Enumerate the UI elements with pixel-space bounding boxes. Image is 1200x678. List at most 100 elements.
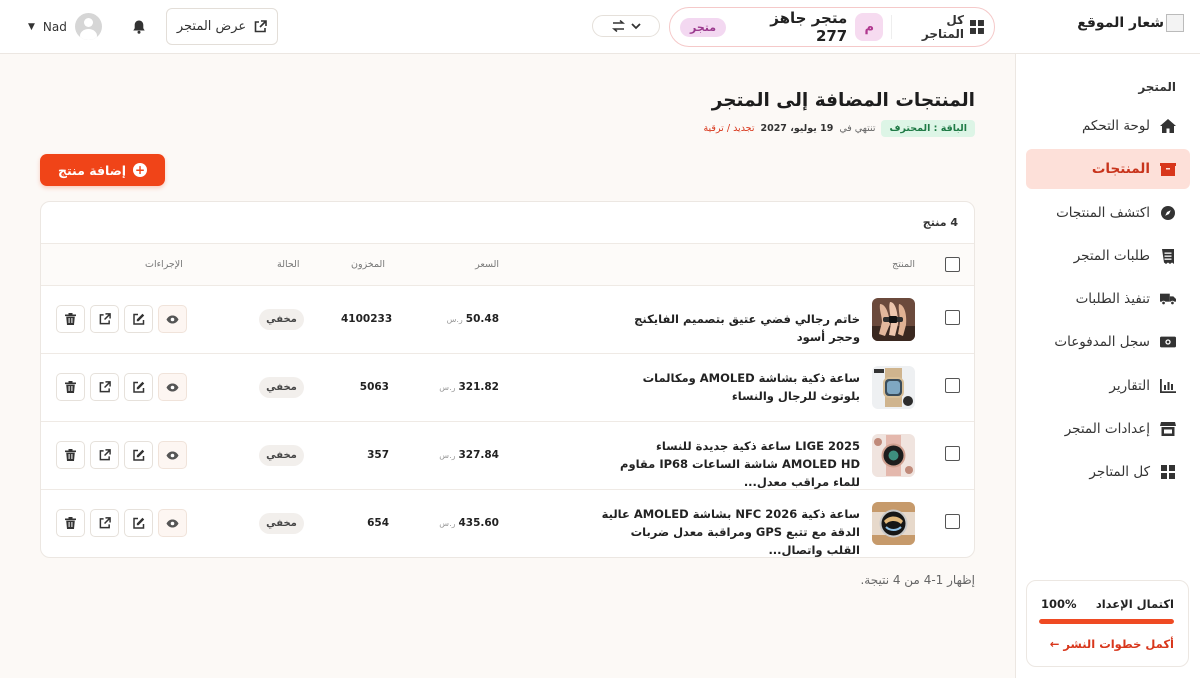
avatar xyxy=(74,13,102,40)
chart-icon xyxy=(1160,378,1176,394)
currency-label: ر.س xyxy=(446,315,463,324)
trash-icon xyxy=(65,313,76,325)
product-count: 4 منتج xyxy=(922,216,958,229)
edit-icon xyxy=(132,313,144,325)
row-checkbox[interactable] xyxy=(945,310,960,325)
edit-button[interactable] xyxy=(124,441,153,469)
status-badge: مخفي xyxy=(259,377,304,398)
row-checkbox[interactable] xyxy=(945,378,960,393)
store-type-badge: متجر xyxy=(680,17,727,37)
status-badge: مخفي xyxy=(259,445,304,466)
status-badge: مخفي xyxy=(259,513,304,534)
product-thumbnail[interactable] xyxy=(872,502,915,545)
status-badge: مخفي xyxy=(259,309,304,330)
store-icon xyxy=(1160,421,1176,437)
external-link-icon xyxy=(99,449,111,461)
expires-date: 19 يوليو، 2027 xyxy=(760,123,834,134)
store-name: متجر جاهز 277 xyxy=(770,9,848,45)
view-button[interactable] xyxy=(158,509,187,537)
sidebar-section-title: المتجر xyxy=(1138,80,1176,94)
setup-title: اكتمال الإعداد xyxy=(1095,597,1174,611)
product-name[interactable]: ساعة ذكية NFC 2026 بشاشة AMOLED عالية ال… xyxy=(600,505,860,557)
caret-down-icon: ▼ xyxy=(28,21,35,32)
column-actions: الإجراءات xyxy=(145,259,183,270)
external-link-icon xyxy=(254,20,267,33)
setup-progress-bar xyxy=(1039,619,1174,624)
product-stock: 4100233 xyxy=(341,313,393,325)
plan-badge: الباقة : المحترف xyxy=(881,120,975,137)
bell-icon[interactable] xyxy=(131,19,147,35)
open-external-button[interactable] xyxy=(90,509,119,537)
sidebar-item-orders[interactable]: طلبات المتجر xyxy=(1026,236,1190,276)
sidebar-item-label: تنفيذ الطلبات xyxy=(1075,291,1150,307)
table-row: ساعة ذكية NFC 2026 بشاشة AMOLED عالية ال… xyxy=(41,490,974,557)
product-thumbnail[interactable] xyxy=(872,366,915,409)
edit-icon xyxy=(132,449,144,461)
trash-icon xyxy=(65,517,76,529)
add-product-button[interactable]: + إضافة منتج xyxy=(40,154,165,186)
row-checkbox[interactable] xyxy=(945,514,960,529)
sidebar-item-label: كل المتاجر xyxy=(1089,464,1150,480)
eye-icon xyxy=(166,383,179,391)
product-thumbnail[interactable] xyxy=(872,434,915,477)
divider xyxy=(891,15,893,39)
sidebar-item-reports[interactable]: التقارير xyxy=(1026,366,1190,406)
sidebar-item-label: سجل المدفوعات xyxy=(1054,334,1150,350)
open-external-button[interactable] xyxy=(90,441,119,469)
select-all-checkbox[interactable] xyxy=(945,257,960,272)
delete-button[interactable] xyxy=(56,509,85,537)
sidebar-item-all-stores[interactable]: كل المتاجر xyxy=(1026,452,1190,492)
chevron-down-icon xyxy=(630,22,641,29)
sidebar-item-label: التقارير xyxy=(1109,378,1150,394)
product-thumbnail[interactable] xyxy=(872,298,915,341)
open-external-button[interactable] xyxy=(90,373,119,401)
product-name[interactable]: LIGE 2025 ساعة ذكية جديدة للنساء AMOLED … xyxy=(600,437,860,491)
store-selector[interactable]: كل المتاجر م متجر جاهز 277 متجر xyxy=(669,7,995,47)
view-button[interactable] xyxy=(158,441,187,469)
external-link-icon xyxy=(99,381,111,393)
view-button[interactable] xyxy=(158,373,187,401)
logo-image xyxy=(1166,14,1184,32)
price-value: 50.48 xyxy=(465,313,499,325)
sidebar-item-products[interactable]: المنتجات xyxy=(1026,149,1190,189)
delete-button[interactable] xyxy=(56,305,85,333)
view-button[interactable] xyxy=(158,305,187,333)
setup-progress-card: اكتمال الإعداد 100% أكمل خطوات النشر ← xyxy=(1026,580,1189,667)
user-menu[interactable]: ▼ Nad xyxy=(28,13,102,40)
logo-text: شعار الموقع xyxy=(1077,15,1164,31)
sidebar-item-store-settings[interactable]: إعدادات المتجر xyxy=(1026,409,1190,449)
product-name[interactable]: ساعة ذكية بشاشة AMOLED ومكالمات بلوتوث ل… xyxy=(600,369,860,405)
product-stock: 5063 xyxy=(359,381,389,393)
edit-button[interactable] xyxy=(124,509,153,537)
table-row: ساعة ذكية بشاشة AMOLED ومكالمات بلوتوث ل… xyxy=(41,354,974,422)
row-checkbox[interactable] xyxy=(945,446,960,461)
complete-publish-steps-link[interactable]: أكمل خطوات النشر ← xyxy=(1050,637,1174,651)
external-link-icon xyxy=(99,517,111,529)
view-store-button[interactable]: عرض المتجر xyxy=(166,8,278,45)
trash-icon xyxy=(65,449,76,461)
product-price: 435.60ر.س xyxy=(439,517,499,529)
currency-label: ر.س xyxy=(439,451,456,460)
sidebar-item-label: طلبات المتجر xyxy=(1073,248,1150,264)
open-external-button[interactable] xyxy=(90,305,119,333)
sidebar-item-discover[interactable]: اكتشف المنتجات xyxy=(1026,193,1190,233)
delete-button[interactable] xyxy=(56,441,85,469)
sidebar-item-dashboard[interactable]: لوحة التحكم xyxy=(1026,106,1190,146)
renew-upgrade-link[interactable]: تجديد / ترقية xyxy=(703,123,754,134)
edit-button[interactable] xyxy=(124,305,153,333)
product-name[interactable]: خاتم رجالي فضي عتيق بتصميم الفايكنج وحجر… xyxy=(600,310,860,346)
sidebar-item-fulfillment[interactable]: تنفيذ الطلبات xyxy=(1026,279,1190,319)
product-stock: 357 xyxy=(367,449,389,461)
plus-circle-icon: + xyxy=(133,163,148,177)
eye-icon xyxy=(166,451,179,459)
store-switcher-dropdown[interactable] xyxy=(592,15,660,37)
site-logo[interactable]: شعار الموقع xyxy=(1077,14,1184,32)
all-stores-button[interactable]: كل المتاجر xyxy=(900,13,984,41)
user-name: Nad xyxy=(42,19,67,34)
edit-button[interactable] xyxy=(124,373,153,401)
column-stock: المخزون xyxy=(351,259,385,270)
table-row: خاتم رجالي فضي عتيق بتصميم الفايكنج وحجر… xyxy=(41,286,974,354)
sidebar-item-payments[interactable]: سجل المدفوعات xyxy=(1026,322,1190,362)
delete-button[interactable] xyxy=(56,373,85,401)
column-product: المنتج xyxy=(892,259,915,270)
